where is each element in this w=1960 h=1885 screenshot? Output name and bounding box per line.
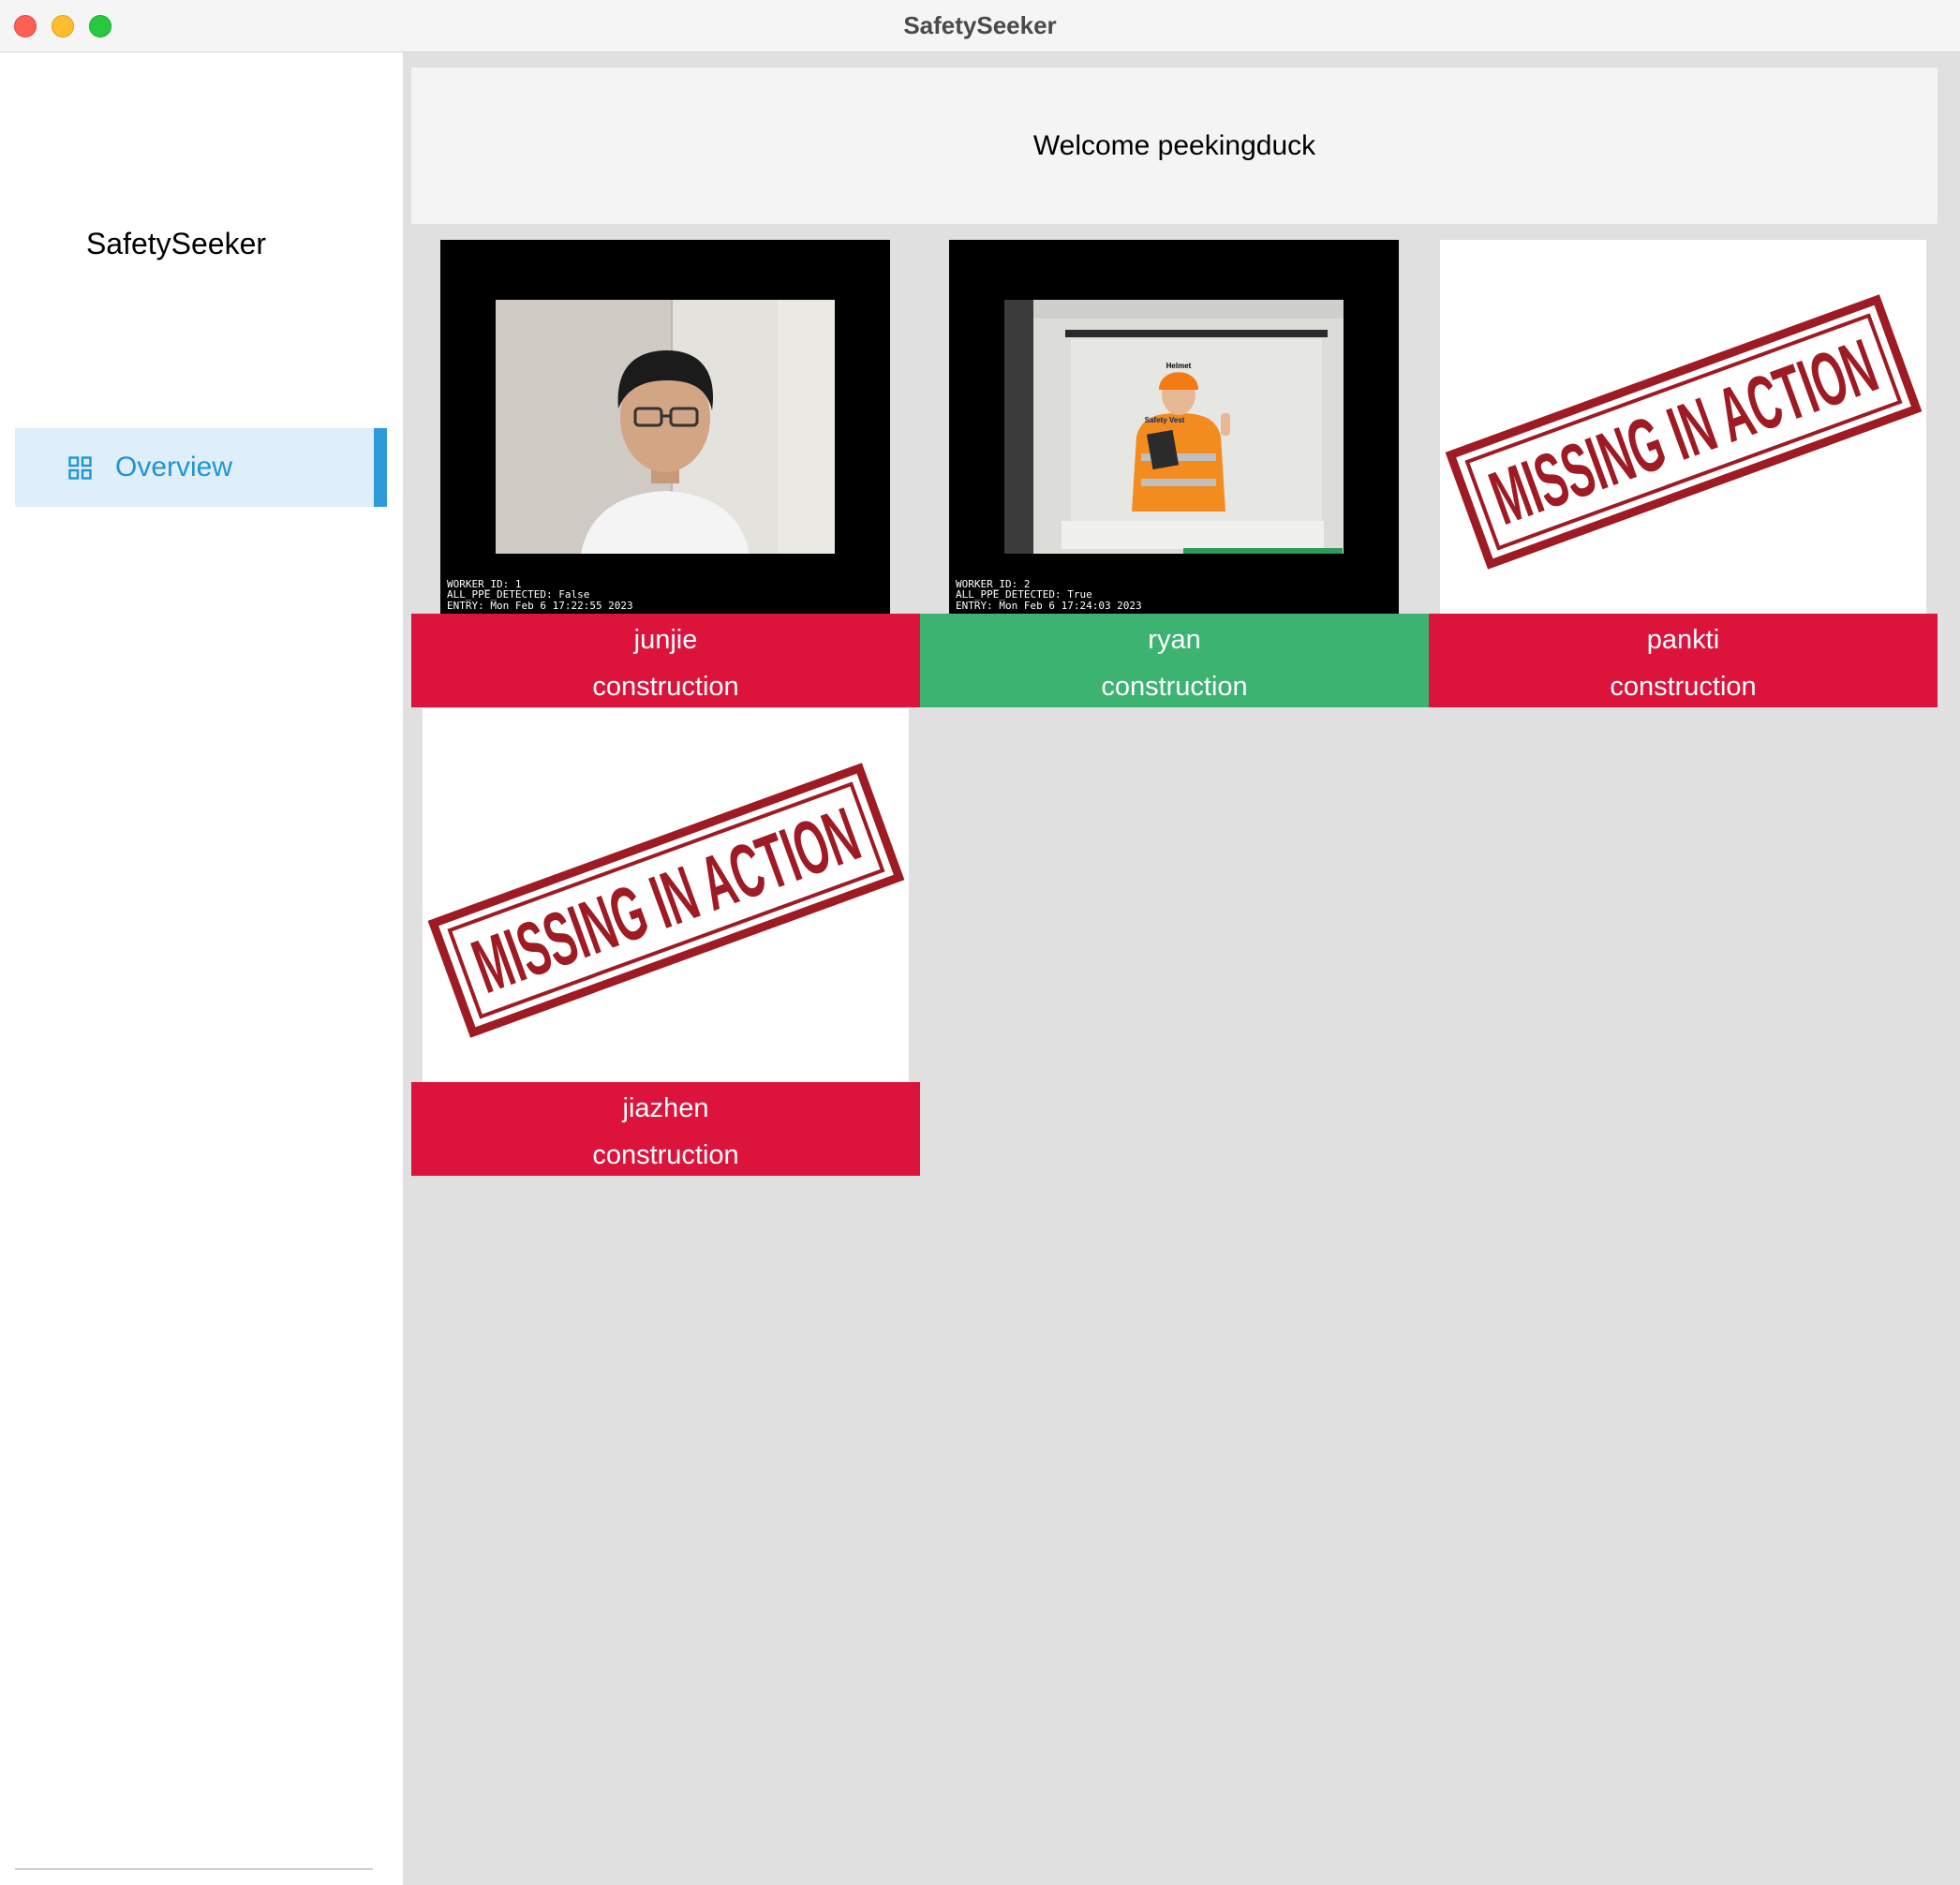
worker-card[interactable]: WORKER_ID: 1 ALL_PPE_DETECTED: False ENTRY…	[411, 240, 920, 707]
worker-caption: pankti construction	[1429, 614, 1938, 707]
main-content: Welcome peekingduck WORKER_ID: 1 ALL_PPE…	[403, 52, 1960, 1885]
feed-ppe-status: ALL_PPE_DETECTED: False	[447, 588, 590, 601]
worker-caption: ryan construction	[920, 614, 1429, 707]
worker-card[interactable]: MISSING IN ACTION jiazhen construction	[411, 708, 920, 1176]
worker-caption: jiazhen construction	[411, 1082, 920, 1176]
feed-label-helmet: Helmet	[1166, 362, 1192, 370]
worker-department: construction	[1610, 672, 1757, 702]
worker-name: junjie	[633, 625, 698, 655]
sidebar-item-label: Overview	[115, 452, 233, 482]
title-bar: SafetySeeker	[0, 0, 1960, 52]
feed-entry-time: ENTRY: Mon Feb 6 17:24:03 2023	[956, 599, 1142, 612]
worker-name: ryan	[1148, 625, 1201, 655]
worker-department: construction	[592, 672, 739, 702]
feed-label-vest: Safety Vest	[1145, 416, 1185, 424]
missing-placeholder: MISSING IN ACTION	[411, 708, 920, 1082]
grid-icon	[68, 456, 92, 480]
app-window: SafetySeeker SafetySeeker Overview Welco…	[0, 0, 1960, 1885]
feed-overlay-text: WORKER_ID: 2 ALL_PPE_DETECTED: True ENTRY:…	[956, 578, 1142, 612]
missing-placeholder: MISSING IN ACTION	[1429, 240, 1938, 614]
sidebar: SafetySeeker Overview	[0, 52, 403, 1885]
webcam-snapshot	[496, 300, 835, 554]
missing-stamp-text: MISSING IN ACTION	[1480, 323, 1888, 542]
welcome-banner: Welcome peekingduck	[411, 67, 1938, 224]
sidebar-brand: SafetySeeker	[85, 227, 267, 260]
missing-in-action-stamp: MISSING IN ACTION	[423, 708, 909, 1082]
missing-in-action-stamp: MISSING IN ACTION	[1440, 240, 1926, 614]
missing-stamp-text: MISSING IN ACTION	[463, 792, 870, 1010]
sidebar-item-overview[interactable]: Overview	[15, 428, 387, 507]
worker-card[interactable]: MISSING IN ACTION pankti construction	[1429, 240, 1938, 707]
worker-name: jiazhen	[622, 1093, 709, 1123]
feed-entry-time: ENTRY: Mon Feb 6 17:22:55 2023	[447, 599, 633, 612]
camera-frame: WORKER_ID: 1 ALL_PPE_DETECTED: False ENTRY…	[440, 240, 890, 614]
window-title: SafetySeeker	[903, 11, 1057, 39]
worker-department: construction	[1101, 672, 1248, 702]
worker-department: construction	[592, 1140, 739, 1170]
camera-feed: WORKER_ID: 1 ALL_PPE_DETECTED: False ENTRY…	[411, 240, 920, 614]
camera-feed: Helmet Safety Vest WORKER_ID: 2 ALL_PPE_D…	[920, 240, 1429, 614]
feed-ppe-status: ALL_PPE_DETECTED: True	[956, 588, 1092, 601]
worker-caption: junjie construction	[411, 614, 920, 707]
worker-card[interactable]: Helmet Safety Vest WORKER_ID: 2 ALL_PPE_D…	[920, 240, 1429, 707]
worker-name: pankti	[1646, 625, 1720, 655]
webcam-snapshot: Helmet Safety Vest	[1004, 300, 1344, 554]
feed-overlay-text: WORKER_ID: 1 ALL_PPE_DETECTED: False ENTRY…	[447, 578, 633, 612]
sidebar-divider	[15, 1868, 373, 1870]
camera-frame: Helmet Safety Vest WORKER_ID: 2 ALL_PPE_D…	[949, 240, 1399, 614]
